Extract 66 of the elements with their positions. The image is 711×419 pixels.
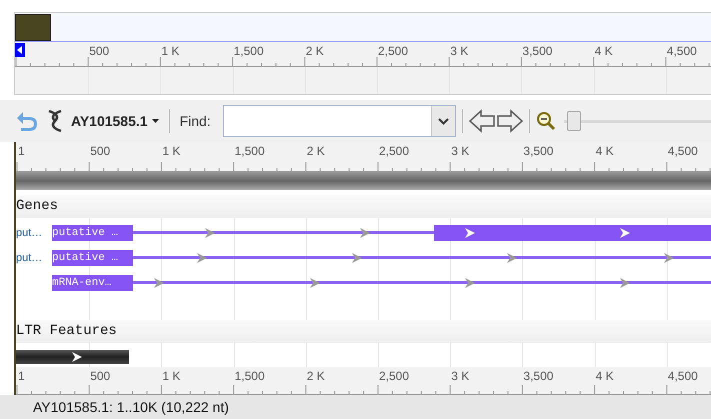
track-title: Genes bbox=[16, 197, 58, 216]
ruler-label: 500 bbox=[90, 370, 110, 382]
direction-arrow-icon bbox=[620, 228, 630, 238]
direction-arrow-icon bbox=[72, 352, 82, 362]
feature-label: put… bbox=[16, 251, 42, 265]
direction-arrow-icon bbox=[197, 253, 207, 263]
ruler-label: 1 K bbox=[161, 45, 180, 57]
direction-arrow-icon bbox=[465, 228, 475, 238]
ruler-label: 3,500 bbox=[523, 145, 554, 157]
left-arrow-icon[interactable] bbox=[468, 109, 495, 133]
ruler-label: 500 bbox=[90, 145, 110, 157]
transcript-line[interactable] bbox=[133, 231, 434, 234]
direction-arrow-icon bbox=[664, 253, 674, 263]
transcript-line[interactable] bbox=[133, 256, 711, 259]
ruler-label: 3 K bbox=[451, 370, 470, 382]
ruler-label: 4,500 bbox=[668, 370, 698, 382]
ruler-label: 2 K bbox=[306, 145, 325, 157]
slider-thumb[interactable] bbox=[566, 111, 581, 131]
direction-arrow-icon bbox=[154, 278, 164, 288]
ruler-label: 1,500 bbox=[234, 145, 265, 157]
ruler-label: 2 K bbox=[306, 45, 324, 57]
ruler-label: 3,500 bbox=[522, 45, 552, 57]
ruler-label: 1 K bbox=[162, 145, 180, 157]
zoom-out-icon[interactable] bbox=[536, 111, 556, 131]
ruler-label: 2,500 bbox=[379, 370, 410, 382]
find-label: Find: bbox=[180, 112, 211, 130]
track-title: LTR Features bbox=[16, 322, 117, 341]
zoom-slider[interactable] bbox=[564, 111, 711, 131]
chevron-down-icon[interactable] bbox=[438, 118, 449, 124]
caret-icon bbox=[152, 119, 159, 123]
right-arrow-icon[interactable] bbox=[496, 109, 523, 133]
ruler-label: 4 K bbox=[596, 370, 614, 382]
feature-label: put… bbox=[16, 226, 42, 240]
find-field[interactable] bbox=[222, 105, 456, 137]
ruler-label: 3 K bbox=[451, 145, 470, 157]
ruler-label: 2 K bbox=[306, 370, 325, 382]
transcript-line[interactable] bbox=[133, 281, 711, 284]
feature-name[interactable]: mRNA-env… bbox=[52, 275, 133, 291]
direction-arrow-icon bbox=[352, 253, 362, 263]
sequence-dropdown[interactable]: AY101585.1 bbox=[71, 110, 159, 132]
direction-arrow-icon bbox=[360, 228, 370, 238]
ruler-label: 4 K bbox=[594, 45, 613, 57]
status-text: AY101585.1: 1..10K (10,222 nt) bbox=[33, 398, 229, 417]
ruler-label: 2,500 bbox=[378, 45, 408, 57]
ruler-label: 4 K bbox=[596, 145, 614, 157]
direction-arrow-icon bbox=[465, 278, 475, 288]
ruler-label: 3 K bbox=[450, 45, 468, 57]
ltr-bar[interactable] bbox=[16, 350, 129, 364]
ruler-label: 1,500 bbox=[234, 45, 264, 57]
ruler-label: 1 K bbox=[162, 370, 180, 382]
ruler-label: 2,500 bbox=[379, 145, 410, 157]
feature-name[interactable]: putative … bbox=[52, 225, 133, 241]
ruler-label: 3,500 bbox=[523, 370, 554, 382]
direction-arrow-icon bbox=[620, 278, 630, 288]
back-arrow-icon[interactable] bbox=[15, 110, 39, 132]
ruler-label: 4,500 bbox=[668, 145, 698, 157]
feature-name[interactable]: putative … bbox=[52, 250, 133, 266]
start-marker-icon[interactable] bbox=[15, 43, 25, 57]
ruler-label: 1 bbox=[18, 145, 25, 157]
direction-arrow-icon bbox=[507, 253, 517, 263]
ruler-label: 500 bbox=[89, 45, 110, 57]
direction-arrow-icon bbox=[310, 278, 320, 288]
ruler-label: 4,500 bbox=[666, 45, 697, 57]
ruler-label: 1 bbox=[18, 370, 25, 382]
direction-arrow-icon bbox=[205, 228, 215, 238]
ruler-label: 1,500 bbox=[234, 370, 265, 382]
